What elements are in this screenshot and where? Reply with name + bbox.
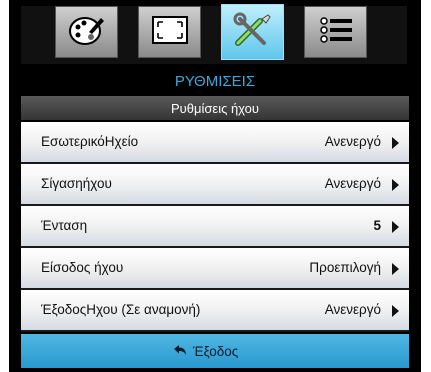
row-audio-input[interactable]: Είσοδος ήχου Προεπιλογή (21, 248, 409, 290)
tab-settings[interactable] (221, 4, 284, 60)
row-value: Ανενεργό (324, 134, 381, 149)
arrow-right-icon[interactable] (392, 263, 399, 275)
submenu-title: Ρυθμίσεις ήχου (21, 96, 409, 120)
settings-tools-icon (232, 11, 274, 54)
arrow-right-icon[interactable] (392, 137, 399, 149)
screen-resize-icon (150, 14, 190, 51)
exit-button[interactable]: Έξοδος (173, 344, 238, 359)
settings-list: ΕσωτερικόΗχείο Ανενεργό Σίγασηήχου Ανενε… (21, 122, 409, 332)
row-audio-out-standby[interactable]: ΈξοδοςΗχου (Σε αναμονή) Ανενεργό (21, 290, 409, 332)
row-value: Προεπιλογή (309, 260, 381, 275)
row-label: Είσοδος ήχου (41, 260, 124, 275)
row-internal-speaker[interactable]: ΕσωτερικόΗχείο Ανενεργό (21, 122, 409, 164)
row-label: ΕσωτερικόΗχείο (41, 134, 139, 149)
exit-label: Έξοδος (193, 344, 239, 359)
row-value: Ανενεργό (324, 302, 381, 317)
tab-image[interactable] (138, 6, 201, 58)
arrow-right-icon[interactable] (392, 305, 399, 317)
footer-bar: Έξοδος (21, 334, 409, 368)
osd-menu: ΡΥΘΜΙΣΕΙΣ Ρυθμίσεις ήχου ΕσωτερικόΗχείο … (9, 0, 421, 372)
row-label: ΈξοδοςΗχου (Σε αναμονή) (41, 302, 201, 317)
arrow-right-icon[interactable] (392, 179, 399, 191)
arrow-right-icon[interactable] (392, 221, 399, 233)
tab-options[interactable] (304, 6, 367, 58)
menu-title: ΡΥΘΜΙΣΕΙΣ (21, 66, 409, 97)
row-volume[interactable]: Ένταση 5 (21, 206, 409, 248)
row-mute[interactable]: Σίγασηήχου Ανενεργό (21, 164, 409, 206)
back-arrow-icon (173, 344, 187, 359)
row-value: Ανενεργό (324, 176, 381, 191)
options-list-icon (316, 14, 356, 51)
tab-display[interactable] (55, 6, 118, 58)
row-label: Σίγασηήχου (41, 176, 112, 191)
palette-icon (67, 12, 107, 53)
row-value: 5 (373, 218, 381, 233)
tab-bar (21, 4, 407, 64)
row-label: Ένταση (41, 218, 88, 233)
